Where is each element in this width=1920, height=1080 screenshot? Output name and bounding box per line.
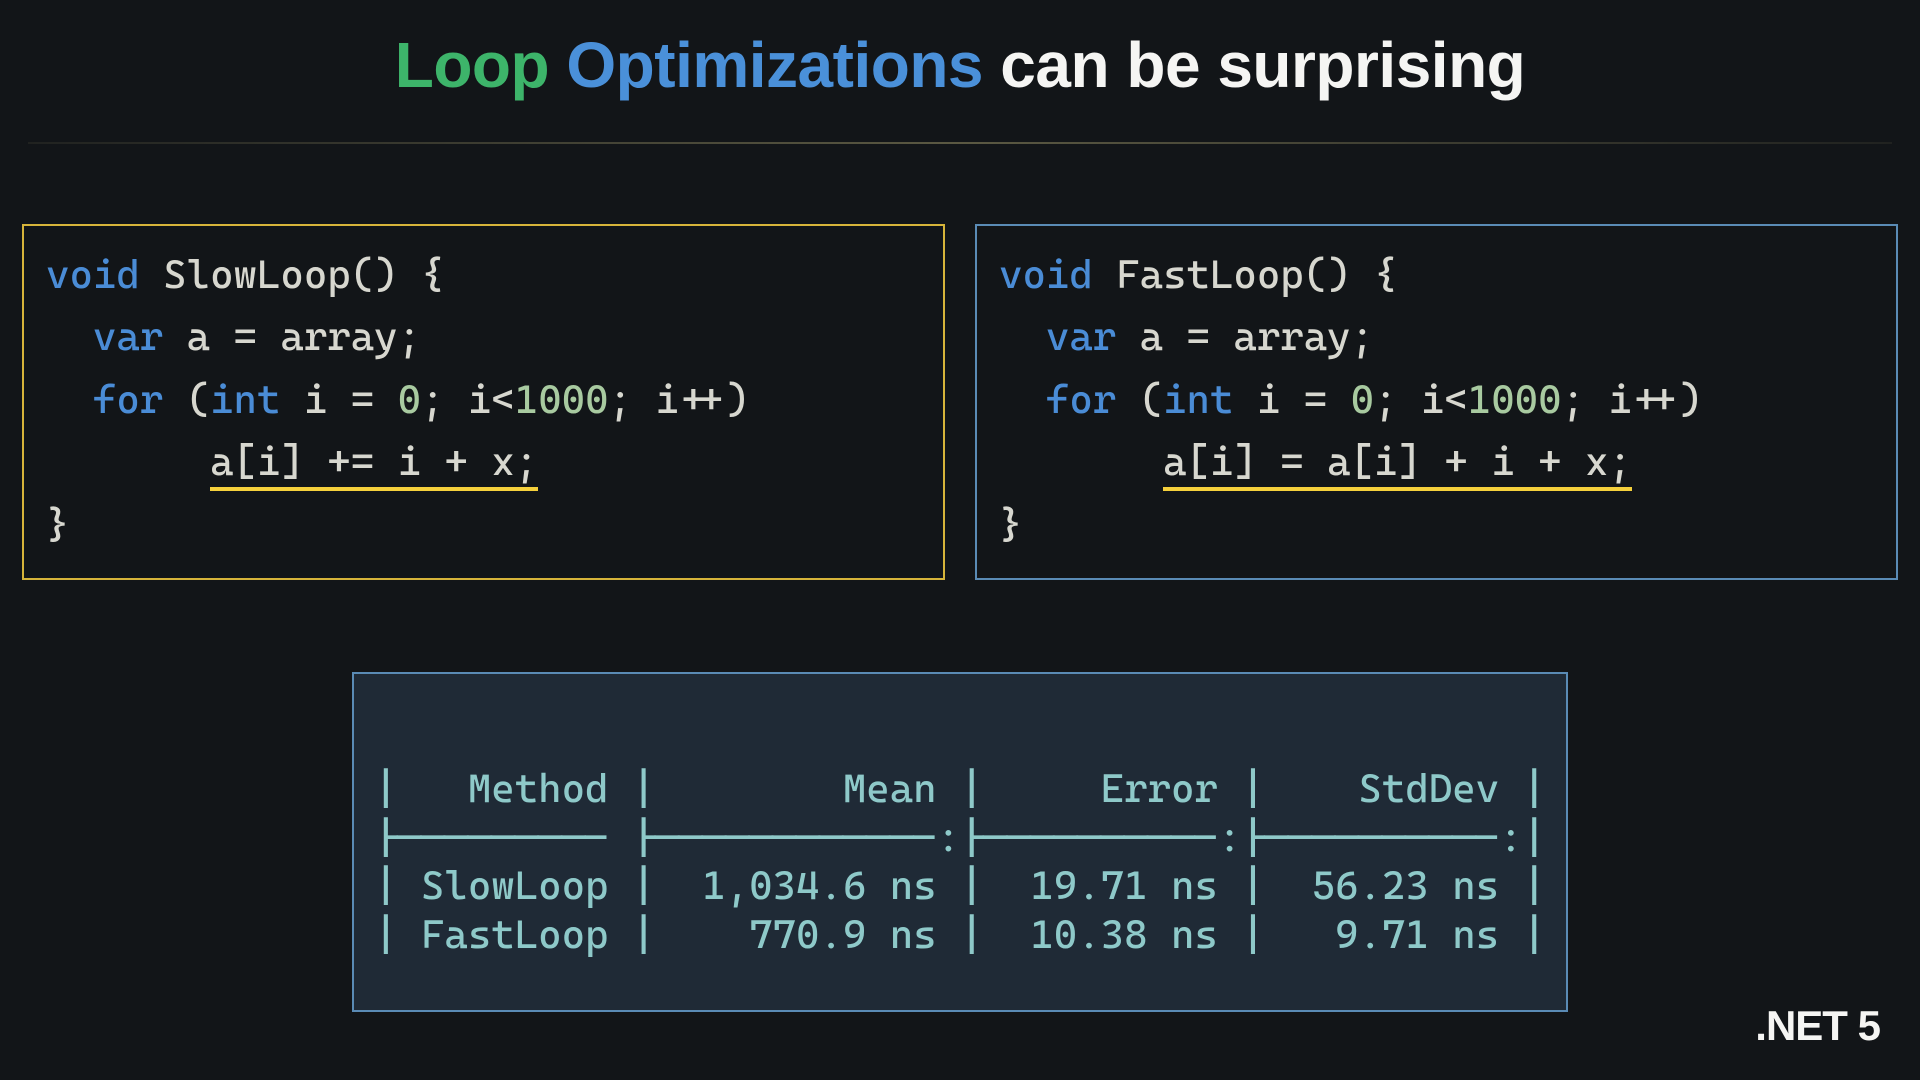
bench-row-divider: |--------- |------------:|----------:|--…	[374, 815, 1546, 861]
title-word-3: can be surprising	[1000, 29, 1525, 101]
code-line: }	[999, 494, 1874, 556]
code-line: a[i] += i + x;	[46, 431, 921, 493]
code-line: void FastLoop() {	[999, 244, 1874, 306]
benchmark-wrap: | Method | Mean | Error | StdDev | |----…	[18, 672, 1902, 1012]
code-line: }	[46, 494, 921, 556]
code-line: for (int i = 0; i<1000; i++)	[999, 369, 1874, 431]
footer-label: .NET 5	[1755, 1002, 1880, 1050]
slowloop-code-box: void SlowLoop() { var a = array; for (in…	[22, 224, 945, 580]
highlight-expression: a[i] = a[i] + i + x;	[1163, 439, 1632, 491]
title-word-2: Optimizations	[566, 29, 983, 101]
slide-title: Loop Optimizations can be surprising	[18, 28, 1902, 102]
code-row: void SlowLoop() { var a = array; for (in…	[18, 224, 1902, 580]
code-line: for (int i = 0; i<1000; i++)	[46, 369, 921, 431]
code-line: void SlowLoop() {	[46, 244, 921, 306]
bench-row-header: | Method | Mean | Error | StdDev |	[374, 766, 1546, 812]
code-line: var a = array;	[46, 306, 921, 368]
title-word-1: Loop	[395, 29, 549, 101]
bench-row-fastloop: | FastLoop | 770.9 ns | 10.38 ns | 9.71 …	[374, 912, 1546, 958]
bench-row-slowloop: | SlowLoop | 1,034.6 ns | 19.71 ns | 56.…	[374, 863, 1546, 909]
title-divider	[28, 142, 1892, 144]
fastloop-code-box: void FastLoop() { var a = array; for (in…	[975, 224, 1898, 580]
code-line: var a = array;	[999, 306, 1874, 368]
benchmark-table: | Method | Mean | Error | StdDev | |----…	[352, 672, 1568, 1012]
highlight-expression: a[i] += i + x;	[210, 439, 538, 491]
slide: Loop Optimizations can be surprising voi…	[0, 0, 1920, 1080]
code-line: a[i] = a[i] + i + x;	[999, 431, 1874, 493]
